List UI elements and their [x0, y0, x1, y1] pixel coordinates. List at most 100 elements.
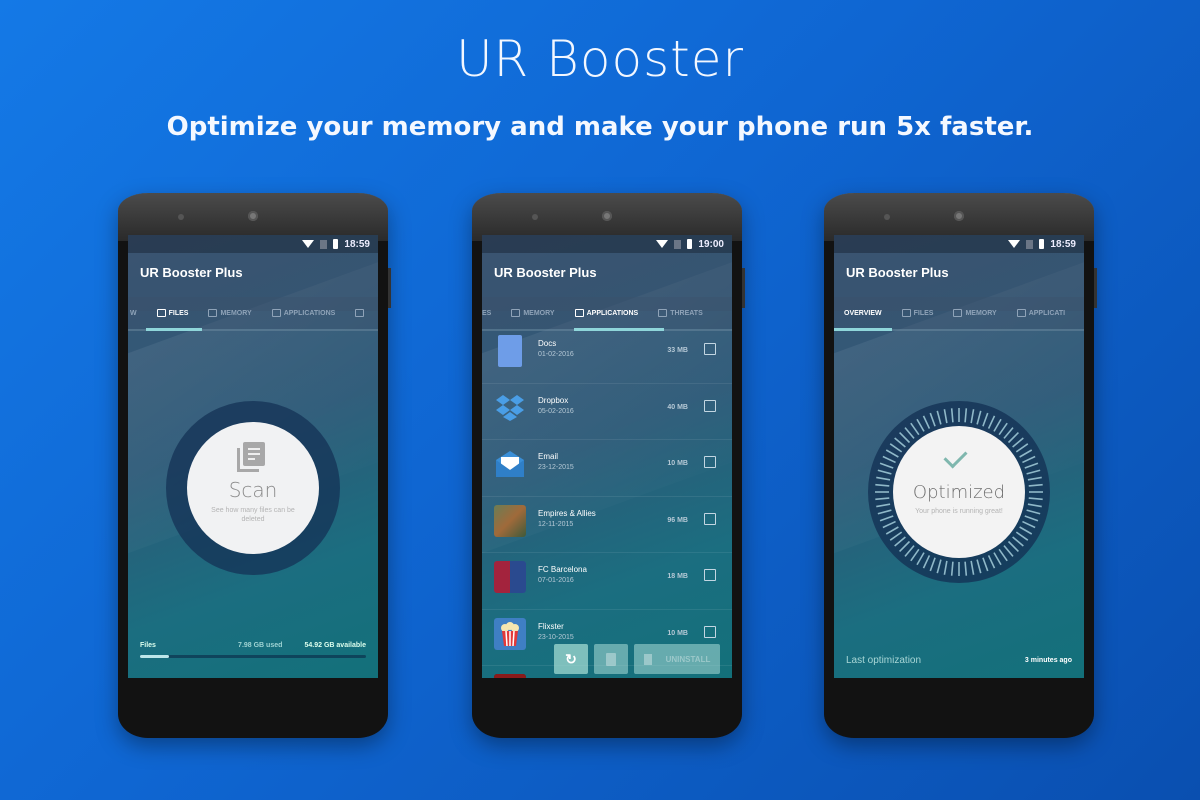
- list-item[interactable]: Empires & Allies 12-11-2015 96 MB: [482, 497, 732, 553]
- battery-icon: [1039, 239, 1045, 249]
- tick-mark: [929, 557, 936, 572]
- tick-mark: [885, 449, 899, 458]
- tab-overview[interactable]: W: [128, 310, 147, 317]
- checkbox[interactable]: [704, 569, 716, 581]
- tick-mark: [899, 432, 911, 444]
- status-bar: 18:59: [834, 235, 1084, 253]
- tick-mark: [1012, 437, 1024, 448]
- tick-mark: [1007, 540, 1019, 552]
- tab-threats[interactable]: THREATS: [648, 309, 713, 317]
- last-optimization: Last optimization 3 minutes ago: [846, 655, 1072, 666]
- tick-mark: [1026, 469, 1041, 475]
- refresh-icon: ↻: [565, 650, 577, 667]
- tick-mark: [877, 469, 892, 475]
- tick-mark: [976, 410, 982, 425]
- list-item[interactable]: Dropbox 05-02-2016 40 MB: [482, 384, 732, 440]
- files-icon: [237, 442, 265, 472]
- tick-mark: [998, 548, 1008, 562]
- storage-used: 7.98 GB used: [238, 642, 283, 649]
- hero-title: UR Booster: [455, 30, 745, 88]
- tick-mark: [875, 497, 890, 501]
- briefcase-icon: [271, 309, 281, 317]
- tick-mark: [1028, 483, 1043, 487]
- tick-mark: [1007, 432, 1019, 444]
- optimize-ring: Optimized Your phone is running great!: [868, 401, 1050, 583]
- tab-memory[interactable]: MEMORY: [198, 309, 261, 317]
- tab-bar: OVERVIEW FILES MEMORY APPLICATI: [834, 297, 1084, 331]
- tick-mark: [1022, 520, 1036, 529]
- tab-applications[interactable]: APPLICATIONS: [565, 309, 649, 317]
- list-item[interactable]: Email 23-12-2015 10 MB: [482, 440, 732, 497]
- tab-applications[interactable]: APPLICATIONS: [262, 309, 346, 317]
- scan-button[interactable]: Scan See how many files can be deleted: [187, 422, 319, 554]
- tick-mark: [970, 560, 975, 575]
- tick-mark: [936, 559, 942, 574]
- list-item[interactable]: Docs 01-02-2016 33 MB: [482, 327, 732, 384]
- status-time: 19:00: [698, 238, 724, 250]
- chip-icon: [208, 309, 218, 317]
- wifi-icon: [656, 240, 669, 248]
- no-sim-icon: [674, 239, 682, 249]
- status-bar: 18:59: [128, 235, 378, 253]
- tick-mark: [943, 560, 948, 575]
- tick-mark: [889, 531, 903, 541]
- tick-mark: [916, 418, 925, 432]
- side-button: [388, 268, 391, 308]
- files-icon: [156, 309, 166, 317]
- tick-mark: [1027, 476, 1042, 481]
- scan-ring: Scan See how many files can be deleted: [166, 401, 340, 575]
- trash-icon: [643, 653, 652, 665]
- briefcase-icon: [574, 309, 584, 317]
- phone-files: 18:59 UR Booster Plus W FILES MEMORY APP…: [118, 193, 391, 738]
- tab-overview[interactable]: OVERVIEW: [834, 310, 892, 317]
- hero-subtitle: Optimize your memory and make your phone…: [166, 112, 1034, 142]
- refresh-button[interactable]: ↻: [554, 644, 588, 674]
- app-title: UR Booster Plus: [140, 265, 243, 280]
- tick-mark: [993, 552, 1002, 566]
- check-icon: [943, 444, 968, 469]
- tick-mark: [1019, 526, 1033, 535]
- tab-memory[interactable]: MEMORY: [501, 309, 564, 317]
- checkbox[interactable]: [704, 512, 716, 525]
- tick-mark: [993, 418, 1002, 432]
- tick-mark: [910, 548, 920, 562]
- status-time: 18:59: [1050, 238, 1076, 250]
- checkbox[interactable]: [704, 399, 716, 412]
- tick-mark: [1015, 531, 1029, 541]
- chip-icon: [953, 309, 963, 317]
- list-item[interactable]: FC Barcelona 07-01-2016 18 MB: [482, 553, 732, 610]
- tab-files[interactable]: FILES: [147, 309, 199, 317]
- uninstall-button[interactable]: UNINSTALL: [634, 644, 720, 674]
- checkbox[interactable]: [704, 343, 716, 355]
- tick-mark: [876, 503, 891, 508]
- checkbox[interactable]: [704, 625, 716, 638]
- overview-content: Optimized Your phone is running great! L…: [834, 331, 1084, 678]
- tick-mark: [894, 536, 906, 547]
- move-button[interactable]: [594, 644, 628, 674]
- shield-icon: [355, 309, 365, 317]
- checkbox[interactable]: [704, 456, 716, 468]
- screen-applications: 19:00 UR Booster Plus ES MEMORY APPLICAT…: [482, 235, 732, 678]
- shield-icon: [658, 309, 668, 317]
- tick-mark: [964, 408, 968, 423]
- tick-mark: [1003, 427, 1014, 439]
- tab-files[interactable]: FILES: [892, 309, 944, 317]
- action-bar: ↻ UNINSTALL: [554, 644, 720, 674]
- tick-mark: [889, 443, 903, 453]
- app-list: Docs 01-02-2016 33 MB Dropbox 05-02-2016…: [482, 327, 732, 678]
- last-optimization-label: Last optimization: [846, 655, 922, 666]
- tick-mark: [1027, 503, 1042, 508]
- phone-top: [824, 193, 1094, 241]
- tab-files[interactable]: ES: [482, 310, 501, 317]
- tick-mark: [987, 555, 996, 569]
- tick-mark: [950, 561, 954, 576]
- optimize-button[interactable]: Optimized Your phone is running great!: [893, 426, 1025, 558]
- phone-applications: 19:00 UR Booster Plus ES MEMORY APPLICAT…: [472, 193, 745, 738]
- tab-threats[interactable]: [345, 309, 374, 317]
- sensor-icon: [178, 214, 184, 220]
- battery-icon: [333, 239, 339, 249]
- status-bar: 19:00: [482, 235, 732, 253]
- tab-memory[interactable]: MEMORY: [943, 309, 1006, 317]
- camera-icon: [248, 211, 258, 221]
- tab-applications[interactable]: APPLICATI: [1007, 309, 1075, 317]
